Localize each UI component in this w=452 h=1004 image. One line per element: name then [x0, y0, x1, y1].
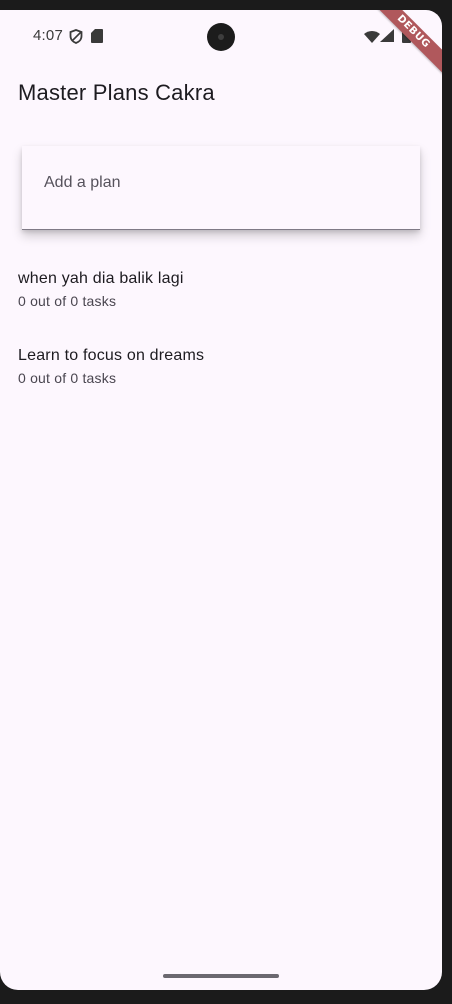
plan-title: when yah dia balik lagi	[18, 270, 184, 287]
app-bar-title: Master Plans Cakra	[18, 80, 215, 105]
device-frame-bottom	[0, 990, 452, 1004]
add-plan-card	[22, 146, 420, 230]
plan-list-item[interactable]: Learn to focus on dreams 0 out of 0 task…	[0, 345, 442, 422]
plan-list-item[interactable]: when yah dia balik lagi 0 out of 0 tasks	[0, 268, 442, 345]
phone-screen: 4:07 DEBUG Master Plans Cakra Add a plan…	[0, 10, 442, 990]
debug-banner-container: DEBUG	[362, 10, 442, 90]
vpn-shield-icon	[69, 29, 83, 49]
debug-banner: DEBUG	[368, 10, 442, 77]
add-plan-input[interactable]	[44, 174, 394, 192]
status-time: 4:07	[33, 27, 63, 44]
plan-list: when yah dia balik lagi 0 out of 0 tasks…	[0, 268, 442, 422]
plan-title: Learn to focus on dreams	[18, 347, 205, 364]
plan-task-count: 0 out of 0 tasks	[18, 370, 117, 386]
plan-task-count: 0 out of 0 tasks	[18, 293, 117, 309]
home-indicator[interactable]	[163, 974, 279, 978]
front-camera	[207, 23, 235, 51]
sd-card-icon	[91, 29, 103, 48]
